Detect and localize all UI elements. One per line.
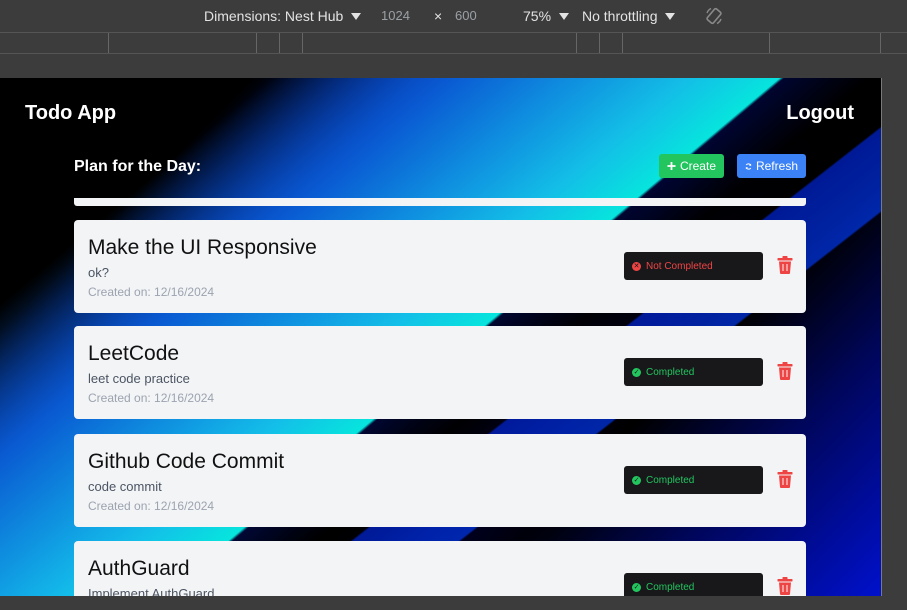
trash-icon[interactable] — [777, 256, 793, 274]
status-badge[interactable]: ✕ Not Completed — [624, 252, 763, 280]
refresh-label: Refresh — [755, 159, 798, 173]
check-circle-icon: ✓ — [632, 367, 641, 377]
todo-title: LeetCode — [88, 342, 180, 365]
todo-card: LeetCode leet code practice Created on: 12… — [74, 326, 806, 419]
refresh-button[interactable]: Refresh — [737, 154, 806, 178]
todo-title: AuthGuard — [88, 557, 190, 580]
logout-link[interactable]: Logout — [786, 102, 854, 125]
status-label: Not Completed — [646, 260, 713, 272]
chevron-down-icon — [559, 12, 570, 20]
width-value: 1024 — [381, 8, 410, 23]
plus-icon — [667, 161, 676, 171]
height-field[interactable]: 600 — [455, 8, 477, 23]
rotate-icon[interactable] — [704, 6, 724, 26]
todo-card: Make the UI Responsive ok? Created on: 12/… — [74, 220, 806, 313]
status-label: Completed — [646, 366, 695, 378]
zoom-label: 75% — [523, 8, 552, 24]
media-query-ruler — [0, 32, 907, 54]
chevron-down-icon — [351, 12, 362, 20]
create-button[interactable]: Create — [659, 154, 724, 178]
throttling-label: No throttling — [582, 8, 658, 24]
chevron-down-icon — [665, 12, 676, 20]
todo-description: leet code practice — [88, 371, 190, 386]
throttling-dropdown[interactable]: No throttling — [582, 8, 676, 24]
todo-description: ok? — [88, 265, 109, 280]
trash-icon[interactable] — [777, 362, 793, 380]
device-viewport: Todo App Logout Plan for the Day: Create… — [0, 78, 882, 596]
trash-icon[interactable] — [777, 577, 793, 595]
todo-created-date: Created on: 12/16/2024 — [88, 285, 215, 299]
create-label: Create — [679, 159, 716, 173]
viewport-edge — [881, 78, 882, 596]
status-badge[interactable]: ✓ Completed — [624, 466, 763, 494]
device-label: Dimensions: Nest Hub — [204, 8, 344, 24]
todo-description: code commit — [88, 479, 162, 494]
status-label: Completed — [646, 474, 695, 486]
todo-created-date: Created on: 12/16/2024 — [88, 499, 215, 513]
plan-title: Plan for the Day: — [74, 158, 202, 175]
check-circle-icon: ✓ — [632, 475, 641, 485]
todo-title: Make the UI Responsive — [88, 236, 317, 259]
todo-title: Github Code Commit — [88, 450, 285, 473]
refresh-icon — [745, 162, 752, 170]
todo-description: Implement AuthGuard — [88, 586, 215, 596]
status-badge[interactable]: ✓ Completed — [624, 358, 763, 386]
zoom-dropdown[interactable]: 75% — [523, 8, 570, 24]
times-icon: × — [434, 8, 443, 24]
app-title: Todo App — [25, 102, 117, 124]
x-circle-icon: ✕ — [632, 261, 641, 271]
status-badge[interactable]: ✓ Completed — [624, 573, 763, 596]
todo-card: Github Code Commit code commit Created on:… — [74, 434, 806, 527]
trash-icon[interactable] — [777, 470, 793, 488]
width-field[interactable]: 1024 — [381, 8, 410, 23]
dimension-separator: × — [434, 8, 442, 24]
check-circle-icon: ✓ — [632, 582, 641, 592]
list-item — [74, 198, 806, 206]
status-label: Completed — [646, 581, 695, 593]
device-dropdown[interactable]: Dimensions: Nest Hub — [204, 8, 362, 24]
devtools-toolbar: Dimensions: Nest Hub 1024 × 600 75% No t… — [0, 0, 907, 32]
todo-card: AuthGuardImplement AuthGuardCreated on: … — [74, 541, 806, 596]
height-value: 600 — [455, 8, 477, 23]
todo-created-date: Created on: 12/16/2024 — [88, 391, 215, 405]
